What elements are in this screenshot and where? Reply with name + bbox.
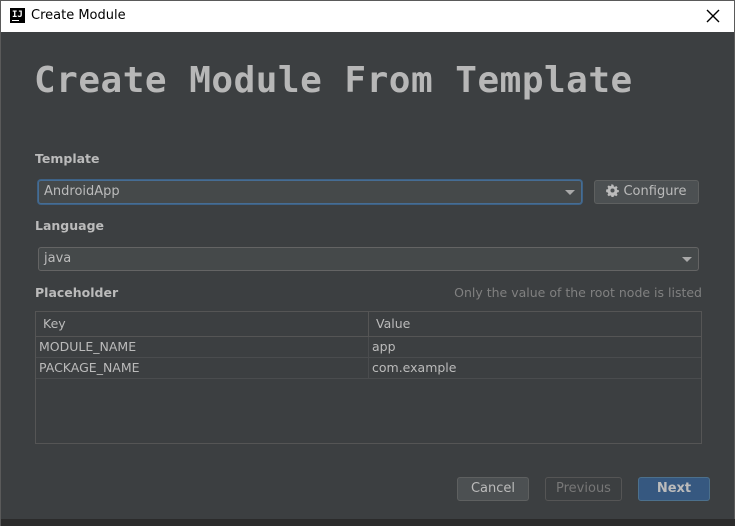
column-header-key[interactable]: Key	[36, 312, 369, 336]
table-cell-key[interactable]: MODULE_NAME	[36, 337, 369, 357]
configure-button[interactable]: Configure	[594, 180, 699, 204]
table-cell-value[interactable]: com.example	[369, 358, 456, 378]
close-button[interactable]	[702, 5, 724, 27]
gear-icon	[606, 184, 620, 198]
window-title: Create Module	[31, 8, 126, 23]
chevron-down-icon	[565, 190, 575, 195]
intellij-app-icon: IJ	[10, 8, 25, 23]
language-selected-value: java	[44, 251, 72, 266]
dialog-content: Create Module From Template Template And…	[9, 32, 728, 519]
configure-label: Configure	[623, 184, 687, 199]
table-cell-value[interactable]: app	[369, 337, 396, 357]
page-title: Create Module From Template	[34, 60, 633, 101]
template-dropdown[interactable]: AndroidApp	[38, 180, 582, 204]
next-button[interactable]: Next	[638, 477, 710, 501]
column-header-value[interactable]: Value	[369, 312, 410, 336]
chevron-down-icon	[682, 257, 692, 262]
previous-button[interactable]: Previous	[545, 477, 622, 501]
cancel-button[interactable]: Cancel	[457, 477, 529, 501]
create-module-dialog: IJ Create Module Create Module From Temp…	[0, 0, 735, 526]
table-cell-key[interactable]: PACKAGE_NAME	[36, 358, 369, 378]
language-dropdown[interactable]: java	[38, 247, 699, 271]
placeholder-hint: Only the value of the root node is liste…	[454, 285, 702, 300]
window-bottom-edge	[1, 519, 735, 526]
table-row[interactable]: MODULE_NAME app	[36, 337, 701, 358]
table-header: Key Value	[36, 312, 701, 337]
template-selected-value: AndroidApp	[44, 184, 120, 199]
title-bar: IJ Create Module	[1, 1, 734, 32]
placeholder-table: Key Value MODULE_NAME app PACKAGE_NAME c…	[35, 311, 702, 444]
close-icon	[706, 9, 720, 23]
placeholder-label: Placeholder	[35, 285, 119, 300]
template-label: Template	[35, 151, 100, 166]
language-label: Language	[35, 218, 105, 233]
table-row[interactable]: PACKAGE_NAME com.example	[36, 358, 701, 379]
